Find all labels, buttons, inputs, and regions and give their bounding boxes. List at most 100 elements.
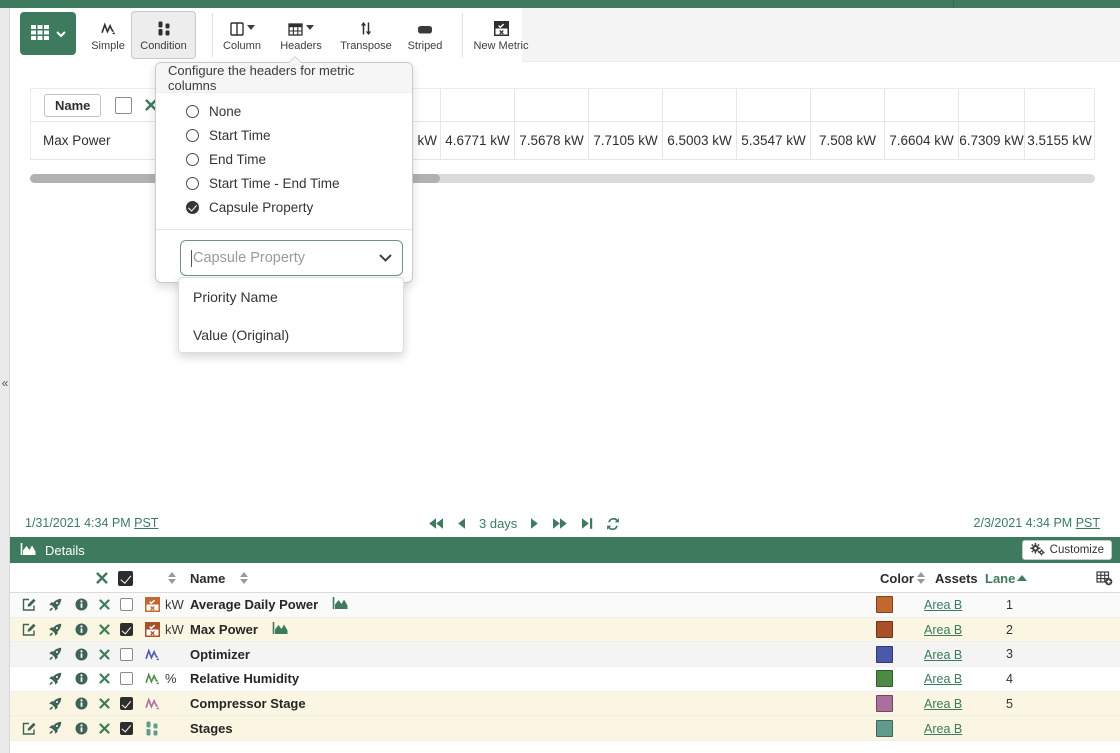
toolbar-striped-button[interactable]: Striped xyxy=(400,11,450,59)
radio-icon[interactable] xyxy=(186,177,199,190)
color-swatch[interactable] xyxy=(876,695,893,712)
name-column-checkbox[interactable] xyxy=(115,97,132,114)
rocket-icon[interactable] xyxy=(48,697,75,711)
area-chart-icon xyxy=(20,542,38,559)
sort-ascending-icon[interactable] xyxy=(1017,563,1027,593)
item-name: Stages xyxy=(190,721,233,736)
rocket-icon[interactable] xyxy=(48,598,75,612)
name-column-chip[interactable]: Name xyxy=(44,94,101,117)
rocket-icon[interactable] xyxy=(48,647,75,661)
toolbar-condition-button[interactable]: Condition xyxy=(131,11,196,59)
info-icon[interactable] xyxy=(75,672,99,685)
info-icon[interactable] xyxy=(75,598,99,611)
asset-link[interactable]: Area B xyxy=(924,722,962,736)
toolbar-new-metric-button[interactable]: New Metric xyxy=(470,11,532,59)
area-chart-icon[interactable] xyxy=(272,621,292,638)
radio-icon[interactable] xyxy=(186,153,199,166)
toolbar-simple-button[interactable]: Simple xyxy=(86,11,130,59)
radio-icon[interactable] xyxy=(186,105,199,118)
capsule-property-select[interactable]: Capsule Property xyxy=(180,240,403,276)
add-column-icon[interactable] xyxy=(1096,563,1113,593)
remove-icon[interactable] xyxy=(99,698,120,709)
rocket-icon[interactable] xyxy=(48,623,75,637)
end-timezone-link[interactable]: PST xyxy=(1076,516,1100,530)
option-start-time[interactable]: Start Time xyxy=(186,123,412,147)
metric-header-cell xyxy=(514,89,588,121)
option-end-time[interactable]: End Time xyxy=(186,147,412,171)
rocket-icon[interactable] xyxy=(48,672,75,686)
remove-icon[interactable] xyxy=(99,649,120,660)
lane-number: 4 xyxy=(1006,672,1040,686)
asset-link[interactable]: Area B xyxy=(924,697,962,711)
radio-icon[interactable] xyxy=(186,129,199,142)
remove-icon[interactable] xyxy=(99,673,120,684)
column-header-lane[interactable]: Lane xyxy=(985,563,1015,593)
edit-icon[interactable] xyxy=(22,622,48,637)
table-headers-icon xyxy=(288,19,314,36)
edit-icon[interactable] xyxy=(22,597,48,612)
edit-icon[interactable] xyxy=(22,721,48,736)
info-icon[interactable] xyxy=(75,623,99,636)
row-checkbox[interactable] xyxy=(120,722,145,735)
range-duration-label[interactable]: 3 days xyxy=(479,516,517,531)
sort-icon[interactable] xyxy=(240,563,248,593)
collapse-panel-handle[interactable]: « xyxy=(0,376,10,390)
refresh-icon[interactable] xyxy=(606,517,620,531)
row-checkbox[interactable] xyxy=(120,598,145,611)
column-header-color[interactable]: Color xyxy=(880,563,914,593)
customize-button[interactable]: Customize xyxy=(1022,540,1112,560)
asset-link[interactable]: Area B xyxy=(924,648,962,662)
metric-header-cell xyxy=(662,89,736,121)
info-icon[interactable] xyxy=(75,648,99,661)
remove-icon[interactable] xyxy=(99,599,120,610)
start-timezone-link[interactable]: PST xyxy=(134,516,158,530)
step-to-end-icon[interactable] xyxy=(581,517,593,530)
row-checkbox[interactable] xyxy=(120,697,145,710)
toolbar-headers-button[interactable]: Headers xyxy=(272,11,330,59)
option-capsule-property[interactable]: Capsule Property xyxy=(186,195,412,219)
asset-link[interactable]: Area B xyxy=(924,598,962,612)
option-none[interactable]: None xyxy=(186,99,412,123)
asset-link[interactable]: Area B xyxy=(924,672,962,686)
select-all-checkbox[interactable] xyxy=(118,563,133,593)
menu-item-value-original[interactable]: Value (Original) xyxy=(179,316,403,354)
rocket-icon[interactable] xyxy=(48,721,75,735)
row-checkbox[interactable] xyxy=(120,672,145,685)
step-forward-half-icon[interactable] xyxy=(530,517,539,530)
info-icon[interactable] xyxy=(75,697,99,710)
radio-selected-icon[interactable] xyxy=(186,201,199,214)
step-back-full-icon[interactable] xyxy=(428,517,444,530)
row-checkbox[interactable] xyxy=(120,623,145,636)
option-start-end-time[interactable]: Start Time - End Time xyxy=(186,171,412,195)
column-header-name[interactable]: Name xyxy=(190,563,225,593)
unit-label: % xyxy=(165,671,190,686)
option-label: End Time xyxy=(209,152,266,167)
sort-icon[interactable] xyxy=(917,563,925,593)
signal-icon xyxy=(101,19,116,36)
step-back-half-icon[interactable] xyxy=(457,517,466,530)
sort-icon[interactable] xyxy=(168,563,176,593)
menu-item-priority-name[interactable]: Priority Name xyxy=(179,278,403,316)
table-toolbar: Simple Condition Column Headers Transpos… xyxy=(10,8,1120,62)
area-chart-icon[interactable] xyxy=(332,596,352,613)
color-swatch[interactable] xyxy=(876,596,893,613)
color-swatch[interactable] xyxy=(876,646,893,663)
column-header-assets[interactable]: Assets xyxy=(935,563,978,593)
left-collapse-rail: « xyxy=(0,8,10,753)
asset-link[interactable]: Area B xyxy=(924,623,962,637)
column-icon xyxy=(230,19,255,36)
table-view-selector-button[interactable] xyxy=(20,12,76,55)
range-navigation-controls: 3 days xyxy=(428,510,620,537)
info-icon[interactable] xyxy=(75,722,99,735)
toolbar-column-button[interactable]: Column xyxy=(216,11,268,59)
row-checkbox[interactable] xyxy=(120,648,145,661)
remove-icon[interactable] xyxy=(99,723,120,734)
remove-all-icon[interactable] xyxy=(96,563,108,593)
remove-icon[interactable] xyxy=(99,624,120,635)
toolbar-transpose-button[interactable]: Transpose xyxy=(335,11,397,59)
step-forward-full-icon[interactable] xyxy=(552,517,568,530)
color-swatch[interactable] xyxy=(876,670,893,687)
color-swatch[interactable] xyxy=(876,621,893,638)
color-swatch[interactable] xyxy=(876,720,893,737)
details-row-compressor-stage: Compressor Stage Area B 5 xyxy=(10,692,1120,717)
